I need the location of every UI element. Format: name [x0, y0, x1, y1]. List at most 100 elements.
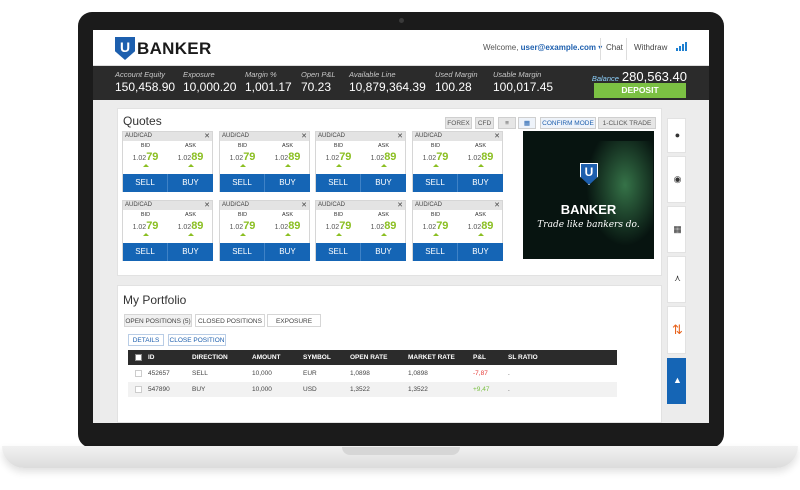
bid-pips: 79 [146, 220, 159, 232]
close-icon[interactable]: ✕ [301, 132, 307, 141]
sell-button[interactable]: SELL [123, 243, 168, 261]
col-open-rate[interactable]: OPEN RATE [350, 350, 387, 365]
col-sl-ratio[interactable]: SL RATIO [508, 350, 538, 365]
buy-button[interactable]: BUY [168, 174, 213, 192]
sell-button[interactable]: SELL [316, 243, 361, 261]
logo[interactable]: U BANKER [115, 37, 212, 60]
buy-button[interactable]: BUY [458, 243, 503, 261]
col-pl[interactable]: P&L [473, 350, 486, 365]
stat-value: 150,458.90 [115, 80, 176, 94]
close-icon[interactable]: ✕ [494, 201, 500, 210]
ask-label: ASK [281, 143, 293, 149]
table-row[interactable]: 547890 BUY 10,000 USD 1,3522 1,3522 +9,47. [128, 382, 617, 397]
col-id[interactable]: ID [148, 350, 155, 365]
cell-amount: 10,000 [252, 386, 272, 393]
bid-label: BID [430, 143, 441, 149]
positions-table-header: ID DIRECTION AMOUNT SYMBOL OPEN RATE MAR… [128, 350, 617, 365]
quote-tile: AUD/CAD ✕ BID 1.0279 ASK 1.0289 SELL BUY [122, 200, 213, 261]
stat-value: 70.23 [301, 80, 332, 94]
col-market-rate[interactable]: MARKET RATE [408, 350, 455, 365]
ask-label: ASK [474, 143, 486, 149]
sidebar-item-charts[interactable]: ⋏ [667, 256, 686, 303]
currency-pair: AUD/CAD [415, 202, 443, 208]
tab-closed-positions[interactable]: CLOSED POSITIONS [195, 314, 265, 327]
bid-pips: 79 [436, 220, 449, 232]
bid-pips: 79 [146, 151, 159, 163]
close-icon[interactable]: ✕ [301, 201, 307, 210]
buy-button[interactable]: BUY [361, 243, 406, 261]
buy-button[interactable]: BUY [168, 243, 213, 261]
target-icon: ◉ [673, 174, 682, 184]
close-position-button[interactable]: CLOSE POSITION [168, 334, 226, 346]
ask-label: ASK [184, 143, 196, 149]
cell-market-rate: 1,3522 [408, 386, 428, 393]
user-menu[interactable]: Welcome, user@example.com ▾ [483, 43, 602, 52]
tab-exposure[interactable]: EXPOSURE [267, 314, 321, 327]
close-icon[interactable]: ✕ [397, 201, 403, 210]
quote-tile-header: AUD/CAD ✕ [220, 201, 309, 210]
buy-button[interactable]: BUY [458, 174, 503, 192]
stat-value: 10,879,364.39 [349, 80, 426, 94]
account-summary-bar: Account Equity 150,458.90 Exposure 10,00… [93, 66, 709, 100]
sidebar-item-calendar[interactable]: ▦ [667, 206, 686, 253]
sell-button[interactable]: SELL [413, 174, 458, 192]
sell-button[interactable]: SELL [316, 174, 361, 192]
stat-available-line: Available Line 10,879,364.39 [349, 70, 426, 94]
table-row[interactable]: 452657 SELL 10,000 EUR 1,0898 1,0898 -7,87. [128, 366, 617, 381]
row-checkbox[interactable] [135, 370, 142, 377]
banner-glow [583, 141, 653, 251]
col-symbol[interactable]: SYMBOL [303, 350, 331, 365]
bid-price: BID 1.0279 [413, 143, 458, 167]
list-view-icon[interactable]: ≡ [498, 117, 516, 129]
forex-filter-button[interactable]: FOREX [445, 117, 472, 129]
buy-button[interactable]: BUY [361, 174, 406, 192]
buy-button[interactable]: BUY [265, 243, 310, 261]
ask-pips: 89 [191, 220, 204, 232]
cfd-filter-button[interactable]: CFD [475, 117, 494, 129]
webcam [399, 18, 404, 23]
ask-prefix: 1.02 [274, 155, 289, 162]
chat-link[interactable]: Chat [606, 43, 623, 52]
close-icon[interactable]: ✕ [204, 132, 210, 141]
up-arrow-icon [432, 164, 439, 167]
signal-bars-icon [676, 42, 687, 51]
buy-button[interactable]: BUY [265, 174, 310, 192]
row-checkbox[interactable] [135, 386, 142, 393]
sidebar-item-news[interactable]: ● [667, 118, 686, 153]
quotes-title: Quotes [123, 114, 162, 128]
grid-view-icon[interactable]: ▦ [518, 117, 536, 129]
col-amount[interactable]: AMOUNT [252, 350, 281, 365]
withdraw-link[interactable]: Withdraw [634, 43, 667, 52]
ask-label: ASK [377, 143, 389, 149]
laptop-mockup: U BANKER Welcome, user@example.com ▾ Cha… [0, 0, 800, 490]
ask-pips: 89 [384, 151, 397, 163]
deposit-button[interactable]: DEPOSIT [594, 83, 686, 98]
bid-prefix: 1.02 [229, 155, 244, 162]
stat-value: 1,001.17 [245, 80, 292, 94]
currency-pair: AUD/CAD [415, 133, 443, 139]
sidebar-item-education[interactable]: ▲ [667, 358, 686, 404]
sell-button[interactable]: SELL [220, 174, 265, 192]
ask-price: ASK 1.0289 [265, 143, 310, 167]
select-all-checkbox[interactable] [135, 354, 142, 361]
bid-pips: 79 [339, 220, 352, 232]
confirm-mode-button[interactable]: CONFIRM MODE [540, 117, 596, 129]
ask-pips: 89 [481, 151, 494, 163]
sell-button[interactable]: SELL [123, 174, 168, 192]
stat-label: Usable Margin [493, 70, 542, 79]
close-icon[interactable]: ✕ [494, 132, 500, 141]
sell-button[interactable]: SELL [413, 243, 458, 261]
currency-pair: AUD/CAD [318, 202, 346, 208]
ask-price: ASK 1.0289 [168, 143, 213, 167]
close-icon[interactable]: ✕ [397, 132, 403, 141]
user-email: user@example.com [520, 43, 597, 52]
sell-button[interactable]: SELL [220, 243, 265, 261]
col-direction[interactable]: DIRECTION [192, 350, 228, 365]
bid-prefix: 1.02 [325, 224, 340, 231]
close-icon[interactable]: ✕ [204, 201, 210, 210]
details-button[interactable]: DETAILS [128, 334, 164, 346]
sidebar-item-signals[interactable]: ⇅ [667, 306, 686, 354]
one-click-trade-button[interactable]: 1-CLICK TRADE [598, 117, 656, 129]
tab-open-positions[interactable]: OPEN POSITIONS (5) [124, 314, 192, 327]
sidebar-item-markets[interactable]: ◉ [667, 156, 686, 203]
